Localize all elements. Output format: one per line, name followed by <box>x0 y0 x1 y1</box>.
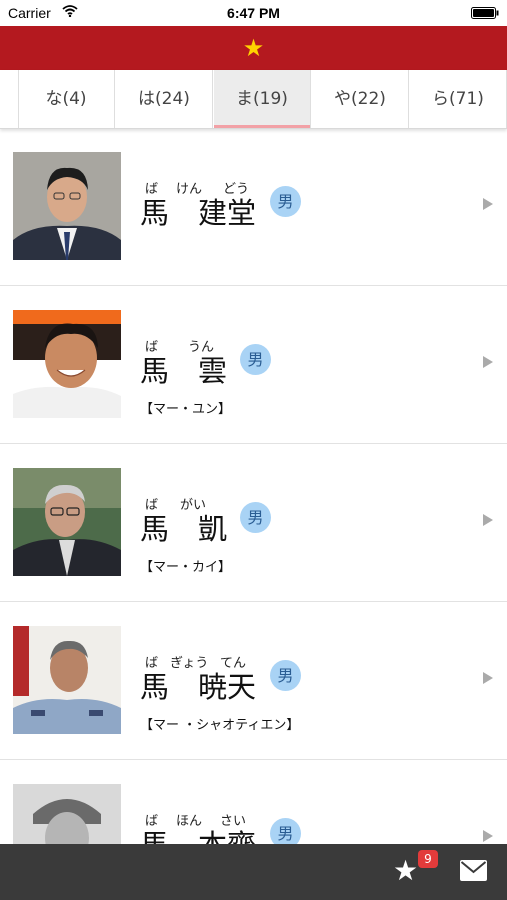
person-photo <box>13 152 121 260</box>
tab-bar-edge <box>0 70 19 128</box>
name-char: 馬 <box>140 512 170 546</box>
mail-icon[interactable] <box>460 860 487 881</box>
chevron-right-icon <box>483 672 493 684</box>
app-header: ★ <box>0 26 507 70</box>
star-icon: ★ <box>242 34 265 62</box>
tab-ya[interactable]: や(22) <box>312 70 409 128</box>
person-row[interactable]: ば ほん さい 馬 本 齋 男 <box>0 760 507 844</box>
person-photo <box>13 784 121 844</box>
chevron-right-icon <box>483 514 493 526</box>
gender-badge: 男 <box>270 660 301 691</box>
name-char: 馬 <box>140 822 169 844</box>
name-char: 堂 <box>227 196 257 230</box>
bottom-toolbar: ★ 9 <box>0 844 507 900</box>
name-char: 天 <box>227 670 257 704</box>
name-char: 馬 <box>140 670 170 704</box>
person-row[interactable]: ば うん 馬 雲 男 【マー・ユン】 <box>0 286 507 444</box>
gender-badge: 男 <box>270 186 301 217</box>
status-bar: Carrier 6:47 PM <box>0 0 507 26</box>
person-row[interactable]: ば けん どう 馬 建 堂 男 <box>0 128 507 286</box>
status-time: 6:47 PM <box>227 5 280 21</box>
name-char: 齋 <box>227 822 256 844</box>
name-char: 馬 <box>140 354 170 388</box>
name-char: 暁 <box>198 670 228 704</box>
person-row[interactable]: ば ぎょう てん 馬 暁 天 男 【マー ・シャオティエン】 <box>0 602 507 760</box>
person-photo <box>13 626 121 734</box>
battery-icon <box>471 7 499 19</box>
tab-ma[interactable]: ま(19) <box>214 70 311 128</box>
favorites-star-icon[interactable]: ★ <box>393 854 418 888</box>
kana-reading: 【マー ・シャオティエン】 <box>140 718 300 733</box>
favorites-count-badge: 9 <box>418 850 438 868</box>
gender-badge: 男 <box>240 502 271 533</box>
kana-reading: 【マー・ユン】 <box>140 402 232 417</box>
chevron-right-icon <box>483 198 493 210</box>
tab-ra[interactable]: ら(71) <box>410 70 507 128</box>
kana-tab-bar: な(4) は(24) ま(19) や(22) ら(71) <box>0 70 507 129</box>
tab-na[interactable]: な(4) <box>18 70 115 128</box>
kana-reading: 【マー・カイ】 <box>140 560 232 575</box>
name-char: 凱 <box>198 512 228 546</box>
person-row[interactable]: ば がい 馬 凱 男 【マー・カイ】 <box>0 444 507 602</box>
tab-ha[interactable]: は(24) <box>116 70 213 128</box>
gender-badge: 男 <box>240 344 271 375</box>
name-char: 本 <box>198 822 227 844</box>
gender-badge: 男 <box>270 818 301 844</box>
person-photo <box>13 468 121 576</box>
chevron-right-icon <box>483 356 493 368</box>
name-char: 建 <box>198 196 228 230</box>
person-photo <box>13 310 121 418</box>
person-list: ば けん どう 馬 建 堂 男 ば うん 馬 雲 男 【マー・ユン】 ば がい … <box>0 128 507 844</box>
chevron-right-icon <box>483 830 493 842</box>
name-char: 馬 <box>140 196 170 230</box>
name-char: 雲 <box>198 354 228 388</box>
